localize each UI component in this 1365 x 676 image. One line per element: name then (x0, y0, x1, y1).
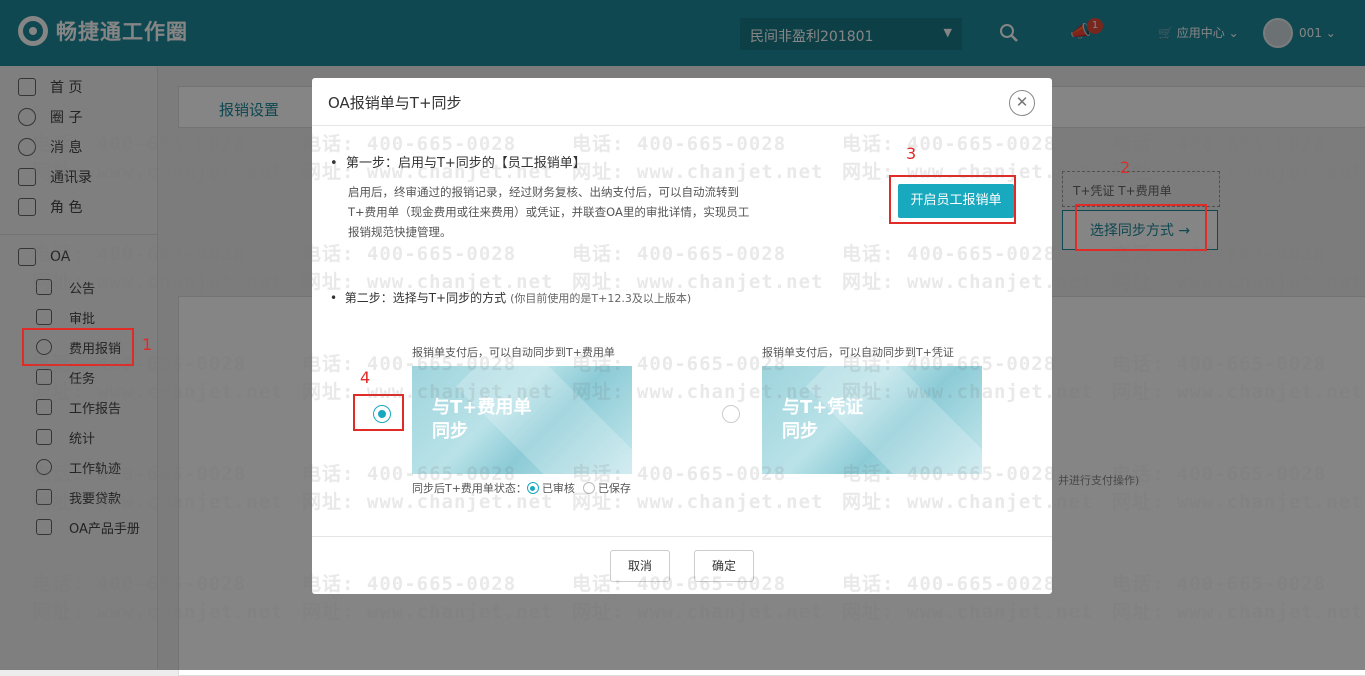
annotation-number-3: 3 (906, 144, 917, 163)
option2-line1: 与T+凭证 (782, 397, 864, 418)
step1-description: 启用后，终审通过的报销记录，经过财务复核、出纳支付后，可以自动流转到T+费用单（… (348, 185, 750, 239)
annotation-box-4 (353, 394, 404, 431)
status-saved-label[interactable]: 已保存 (598, 480, 631, 496)
option2-radio[interactable] (722, 405, 740, 423)
cancel-button[interactable]: 取消 (610, 550, 670, 582)
sync-dialog: OA报销单与T+同步 ✕ • 第一步：启用与T+同步的【员工报销单】 启用后，终… (312, 78, 1052, 594)
option2-line2: 同步 (782, 421, 818, 442)
option1-caption: 报销单支付后，可以自动同步到T+费用单 (412, 346, 615, 359)
annotation-box-2 (1075, 204, 1207, 251)
option1-line1: 与T+费用单 (432, 397, 532, 418)
step2-heading: • 第二步：选择与T+同步的方式 (你目前使用的是T+12.3及以上版本) (330, 289, 691, 306)
annotation-number-4: 4 (360, 368, 371, 387)
annotation-box-3 (889, 175, 1016, 224)
confirm-button[interactable]: 确定 (694, 550, 754, 582)
option1-title: 与T+费用单 同步 (432, 396, 531, 444)
status-audited-label[interactable]: 已审核 (542, 480, 575, 496)
status-audited-radio[interactable] (526, 482, 539, 494)
dialog-title: OA报销单与T+同步 (328, 94, 462, 112)
option2-card-voucher[interactable]: 与T+凭证 同步 (762, 366, 982, 474)
status-label: 同步后T+费用单状态： (412, 482, 527, 495)
option2-caption: 报销单支付后，可以自动同步到T+凭证 (762, 346, 954, 359)
status-selector: 同步后T+费用单状态： 已审核 已保存 (412, 480, 631, 496)
dialog-divider (312, 125, 1052, 126)
annotation-box-1 (22, 328, 134, 366)
bullet-icon: • (330, 156, 346, 171)
step2-text: 第二步：选择与T+同步的方式 (344, 291, 507, 305)
annotation-number-1: 1 (142, 335, 153, 354)
bullet-icon: • (330, 291, 345, 305)
step1-heading: • 第一步：启用与T+同步的【员工报销单】 (330, 152, 586, 171)
step2-hint: (你目前使用的是T+12.3及以上版本) (510, 292, 692, 305)
dialog-footer-divider (312, 536, 1052, 537)
option2-title: 与T+凭证 同步 (782, 396, 863, 444)
step1-text: 第一步：启用与T+同步的【员工报销单】 (345, 156, 586, 171)
annotation-number-2: 2 (1120, 158, 1131, 177)
close-icon[interactable]: ✕ (1009, 90, 1035, 116)
option1-card-expense[interactable]: 与T+费用单 同步 (412, 366, 632, 474)
option1-line2: 同步 (432, 421, 468, 442)
status-saved-radio[interactable] (582, 482, 595, 494)
